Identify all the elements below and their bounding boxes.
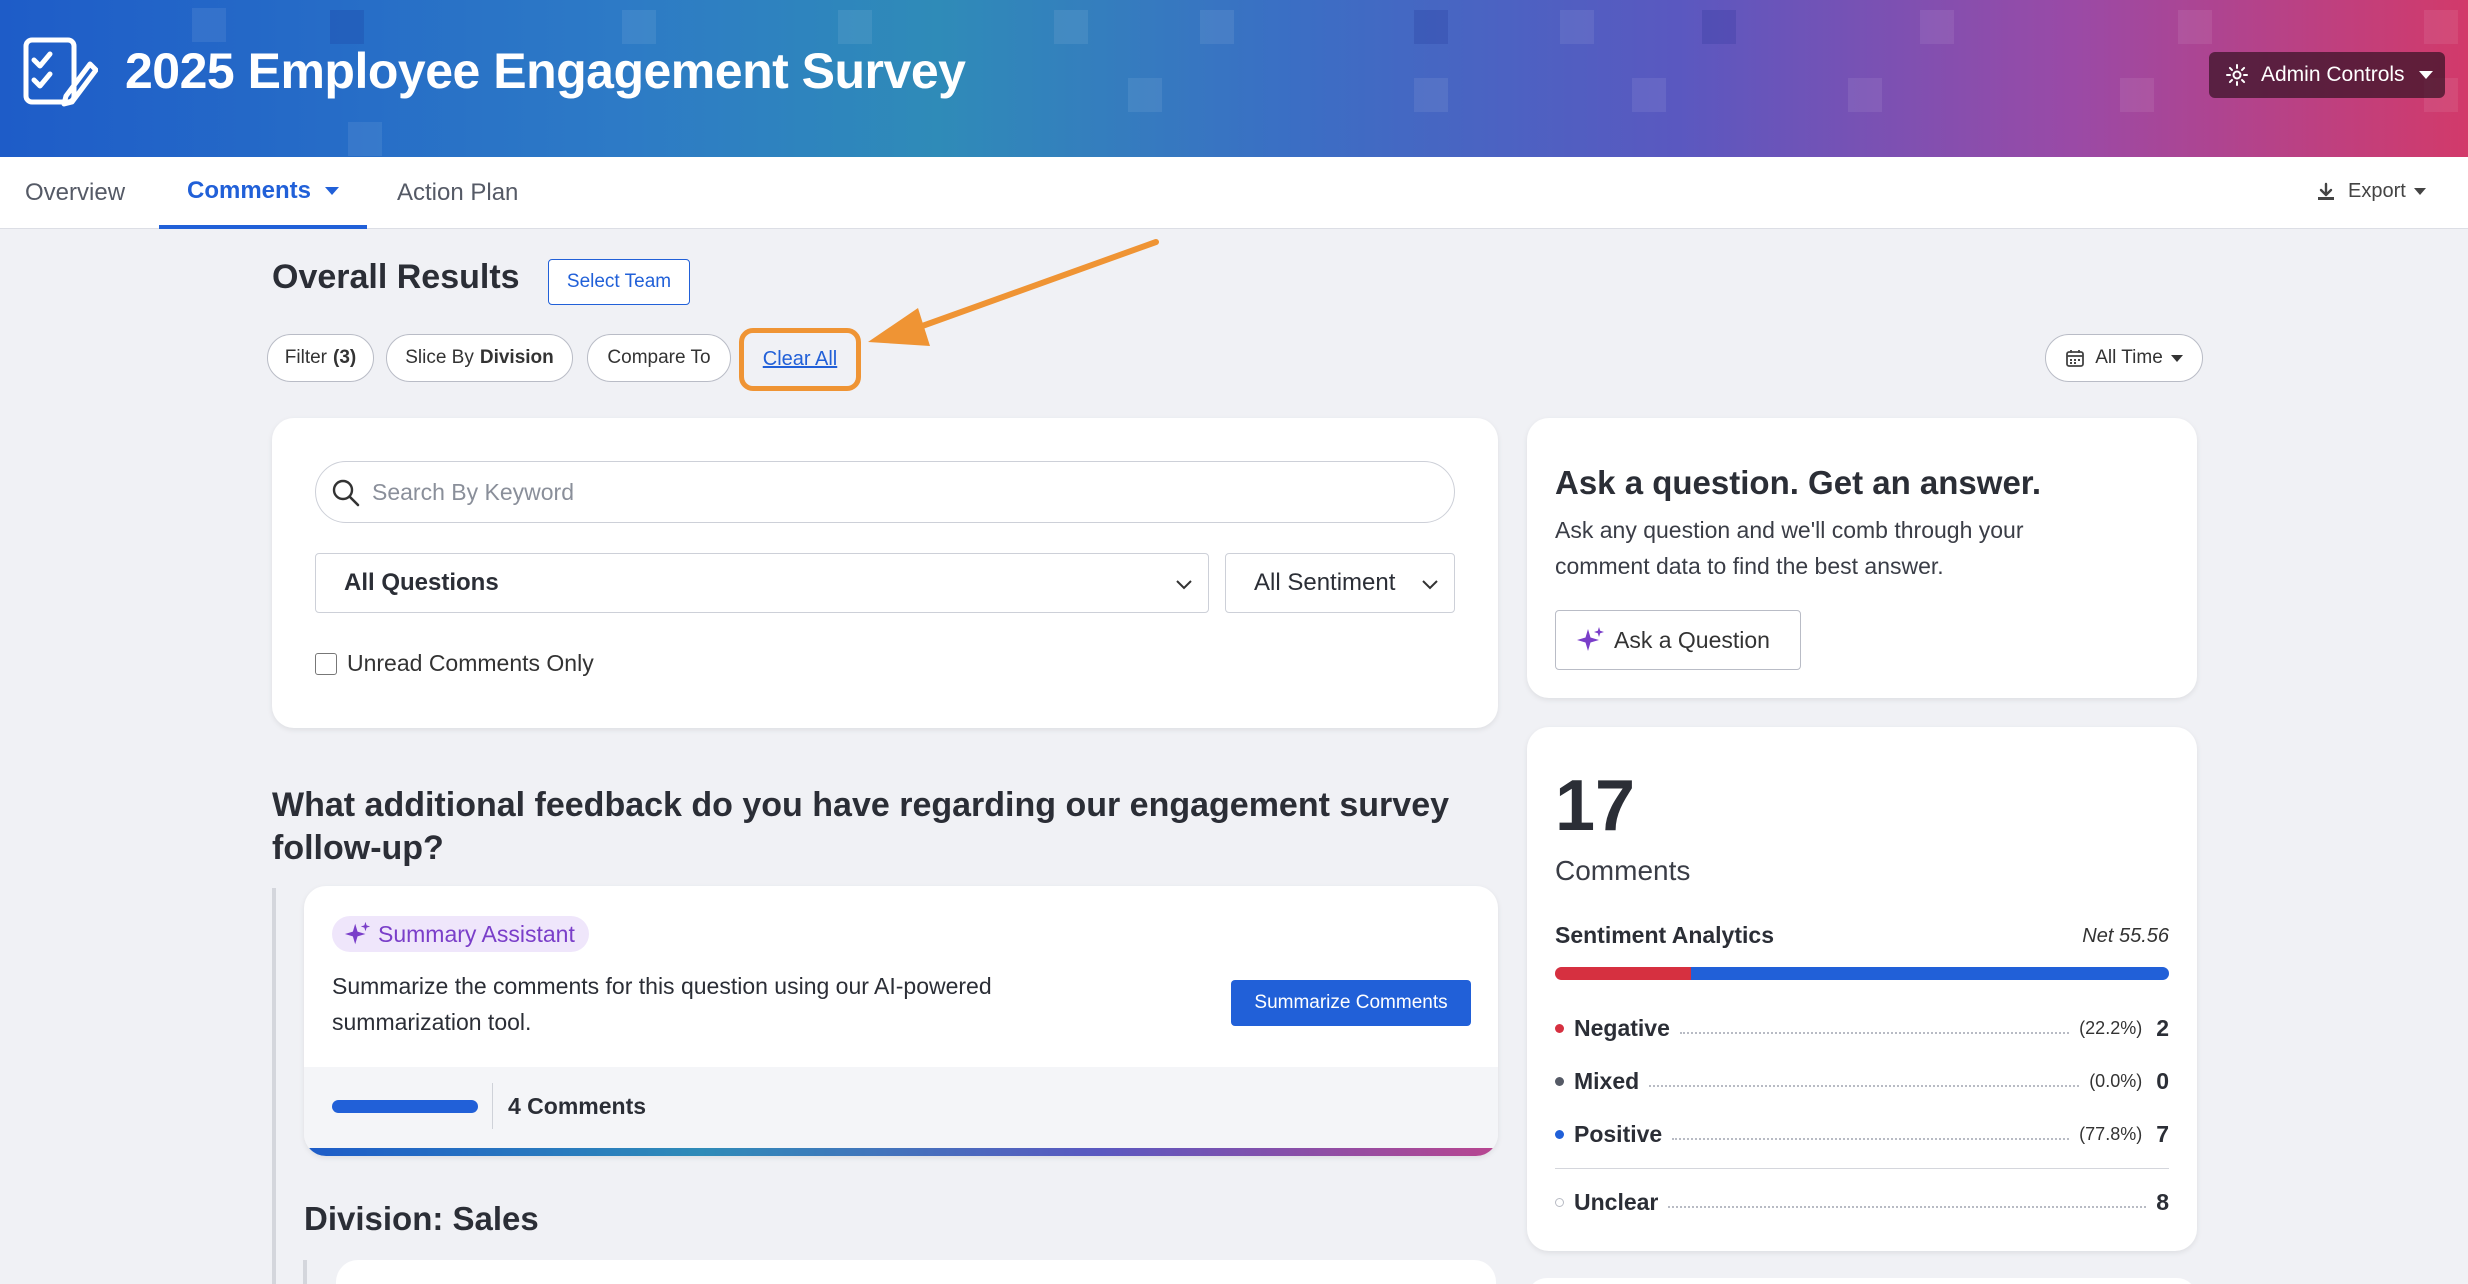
ask-question-button[interactable]: Ask a Question — [1555, 610, 1801, 670]
comments-count: 17 — [1555, 766, 1636, 846]
thread-line — [272, 888, 276, 1284]
checkbox[interactable] — [315, 652, 337, 675]
search-box — [315, 461, 1455, 523]
search-input[interactable] — [372, 478, 1432, 506]
questions-select[interactable]: All Questions — [315, 553, 1209, 613]
comments-count-label: Comments — [1555, 855, 1691, 886]
calendar-icon — [2066, 350, 2085, 367]
admin-controls-label: Admin Controls — [2261, 63, 2405, 86]
admin-controls-button[interactable]: Admin Controls — [2209, 52, 2445, 98]
filter-button[interactable]: Filter (3) — [267, 334, 374, 382]
comment-card — [336, 1260, 1496, 1284]
tab-bar: Overview Comments Action Plan — [0, 157, 2468, 229]
search-filter-card: All Questions All Sentiment Unread Comme… — [272, 418, 1498, 728]
tab-overview[interactable]: Overview — [25, 157, 125, 229]
chevron-down-icon — [1422, 580, 1438, 590]
summary-description: Summarize the comments for this question… — [332, 973, 992, 1035]
sentiment-row-mixed[interactable]: Mixed (0.0%) 0 — [1555, 1066, 2169, 1096]
tab-action-plan[interactable]: Action Plan — [397, 157, 518, 229]
sentiment-bar-negative — [1555, 967, 1692, 980]
summarize-comments-button[interactable]: Summarize Comments — [1231, 980, 1471, 1026]
comments-progress-bar — [332, 1100, 478, 1113]
sparkle-icon — [1577, 627, 1604, 651]
ask-question-card: Ask a question. Get an answer. Ask any q… — [1527, 418, 2197, 698]
positive-dot-icon — [1555, 1129, 1564, 1139]
sentiment-row-unclear[interactable]: Unclear 8 — [1555, 1187, 2169, 1217]
negative-dot-icon — [1555, 1023, 1564, 1033]
download-icon — [2318, 182, 2334, 200]
page-title: 2025 Employee Engagement Survey — [125, 43, 966, 99]
tab-comments[interactable]: Comments — [159, 157, 368, 229]
division-heading: Division: Sales — [304, 1200, 539, 1237]
slice-by-button[interactable]: Slice By Division — [386, 334, 573, 382]
question-heading: What additional feedback do you have reg… — [272, 786, 1450, 867]
unclear-dot-icon — [1555, 1197, 1564, 1207]
gradient-border — [304, 1148, 1498, 1156]
select-team-button[interactable]: Select Team — [548, 259, 690, 305]
overall-results-title: Overall Results — [272, 258, 520, 296]
caret-down-icon — [2170, 354, 2183, 362]
survey-checklist-icon — [23, 37, 98, 107]
net-score: Net 55.56 — [2082, 925, 2169, 947]
ask-description: Ask any question and we'll comb through … — [1555, 517, 2024, 579]
divider — [1555, 1168, 2169, 1169]
mixed-dot-icon — [1555, 1076, 1564, 1086]
export-button[interactable]: Export — [2316, 180, 2426, 203]
summary-assistant-badge: Summary Assistant — [332, 916, 589, 952]
annotation-arrow-icon — [868, 239, 1159, 346]
sentiment-row-negative[interactable]: Negative (22.2%) 2 — [1555, 1013, 2169, 1043]
search-icon — [332, 479, 360, 507]
sentiment-bar-positive — [1691, 967, 2169, 980]
comments-stats-card: 17 Comments Sentiment Analytics Net 55.5… — [1527, 727, 2197, 1251]
summary-assistant-card: Summary Assistant Summarize the comments… — [304, 886, 1498, 1156]
sentiment-row-positive[interactable]: Positive (77.8%) 7 — [1555, 1119, 2169, 1149]
clear-all-link[interactable]: Clear All — [763, 348, 837, 371]
caret-down-icon — [2418, 71, 2433, 79]
compare-to-button[interactable]: Compare To — [587, 334, 731, 382]
sparkle-icon — [344, 921, 371, 945]
caret-down-icon — [2413, 188, 2426, 195]
comments-count-link[interactable]: 4 Comments — [508, 1093, 646, 1120]
sentiment-select[interactable]: All Sentiment — [1225, 553, 1455, 613]
ask-title: Ask a question. Get an answer. — [1555, 464, 2041, 501]
chevron-down-icon — [325, 187, 340, 195]
unread-only-checkbox[interactable]: Unread Comments Only — [315, 650, 594, 677]
chevron-down-icon — [1176, 580, 1192, 590]
sentiment-bar — [1555, 967, 2169, 980]
gear-icon — [2226, 64, 2248, 86]
sentiment-analytics-title: Sentiment Analytics — [1555, 922, 1774, 948]
clear-all-highlight: Clear All — [739, 328, 861, 391]
time-range-button[interactable]: All Time — [2045, 334, 2203, 382]
card — [1527, 1278, 2197, 1284]
summary-footer: 4 Comments — [304, 1067, 1498, 1148]
